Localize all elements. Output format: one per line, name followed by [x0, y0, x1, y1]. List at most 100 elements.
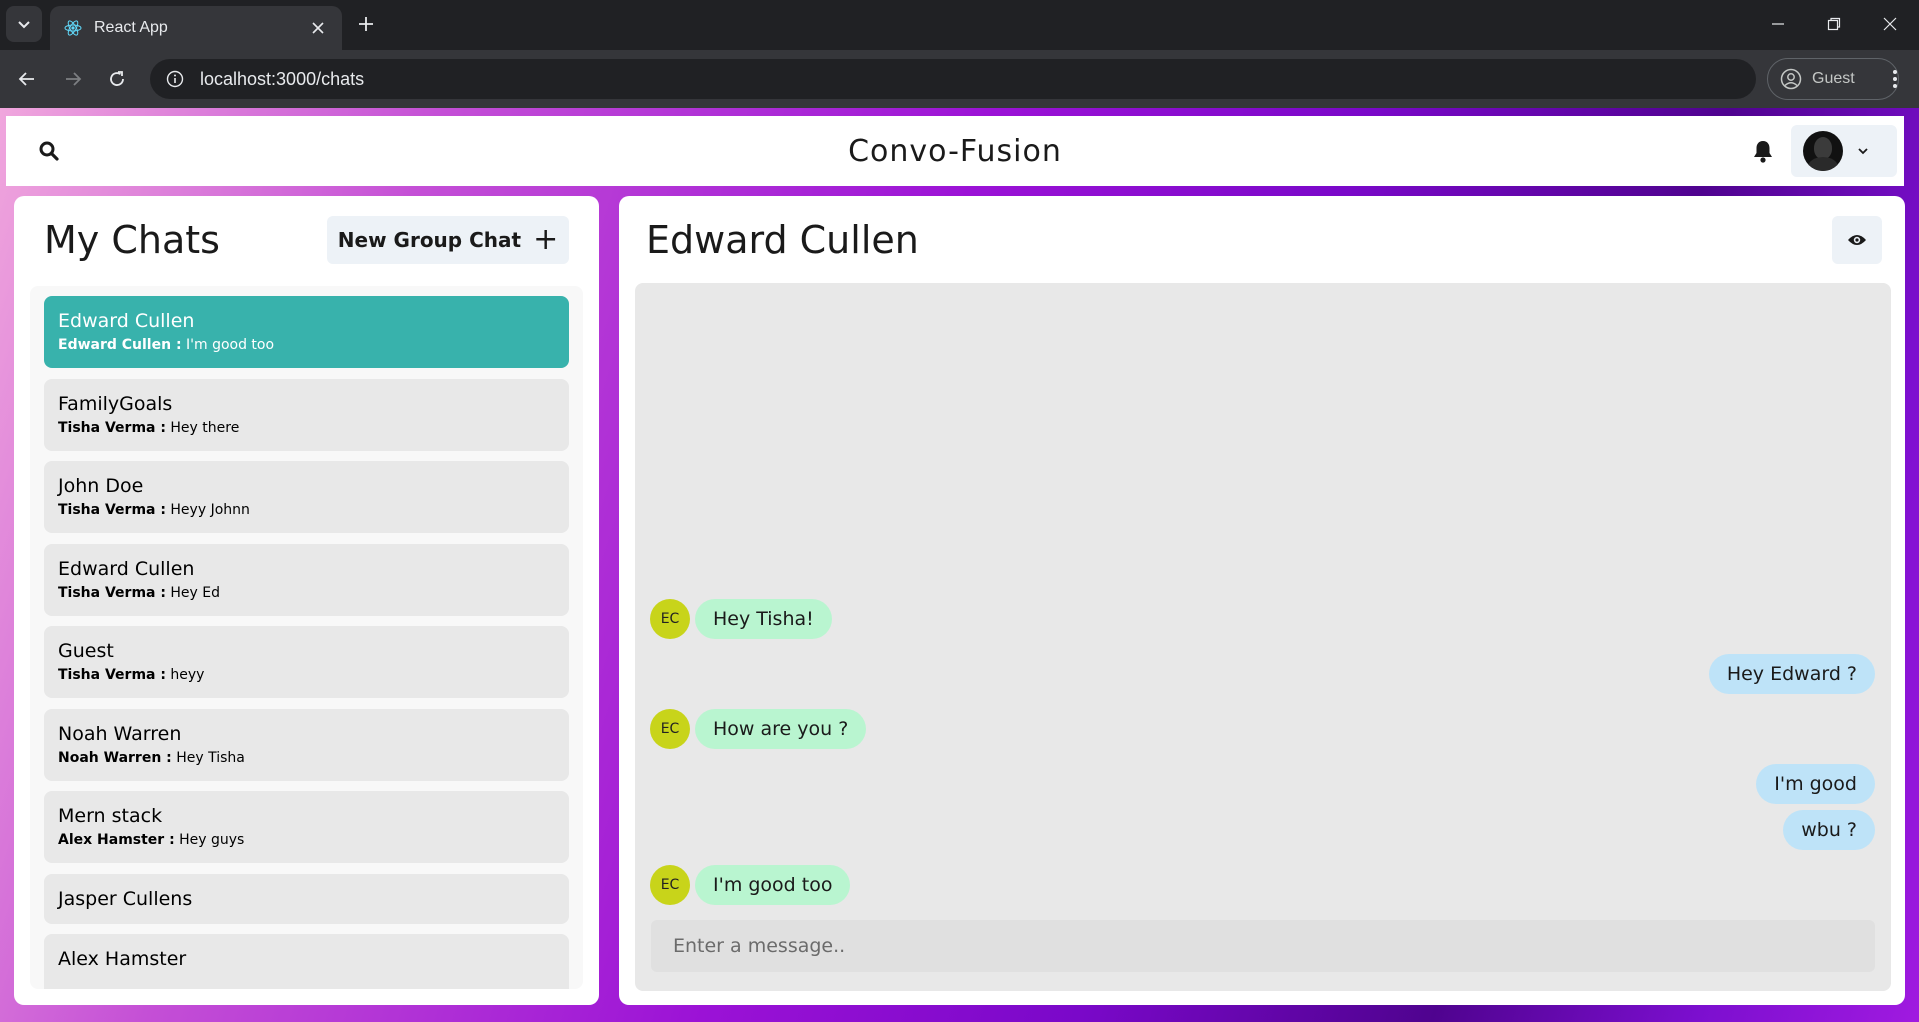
reload-button[interactable] [100, 62, 134, 96]
chat-name: John Doe [58, 475, 144, 497]
forward-icon [66, 72, 82, 86]
chat-name: Mern stack [58, 805, 163, 827]
chat-latest-message: Tisha Verma : Hey there [58, 420, 555, 436]
latest-sender: Tisha Verma : [58, 419, 166, 436]
chat-latest-message: Tisha Verma : Heyy Johnn [58, 502, 555, 518]
chat-latest-message: Tisha Verma : Hey Ed [58, 585, 555, 601]
chat-item-alex-hamster[interactable]: Alex Hamster [44, 934, 569, 989]
info-icon[interactable] [164, 68, 186, 90]
url-text: localhost:3000/chats [200, 68, 365, 89]
latest-sender: Tisha Verma : [58, 667, 166, 683]
my-chats-panel: My Chats New Group Chat + Edward Cullen … [14, 196, 599, 1005]
view-profile-button[interactable] [1832, 216, 1882, 264]
avatar [1803, 131, 1843, 171]
new-group-chat-button[interactable]: New Group Chat + [327, 216, 569, 264]
message-row: EC I'm good too [635, 865, 1891, 905]
latest-text: heyy [170, 667, 205, 683]
message-input[interactable] [651, 920, 1875, 972]
close-icon[interactable] [308, 18, 328, 38]
browser-tab[interactable]: React App [50, 6, 342, 50]
tab-search-button[interactable] [6, 6, 42, 42]
plus-icon [359, 17, 373, 31]
chevron-down-icon [18, 21, 30, 29]
latest-text: Hey there [170, 419, 240, 436]
browser-menu-button[interactable] [1880, 62, 1910, 96]
chevron-down-icon [1857, 145, 1869, 157]
reload-icon [110, 71, 124, 86]
chat-latest-message: Noah Warren : Hey Tisha [58, 750, 555, 766]
chat-item-edward-cullen[interactable]: Edward Cullen Tisha Verma : Hey Ed [44, 543, 569, 616]
message-bubble-incoming: Hey Tisha! [695, 599, 832, 639]
latest-sender: Tisha Verma : [58, 584, 166, 601]
latest-text: I'm good too [186, 337, 275, 353]
avatar[interactable]: EC [650, 865, 690, 905]
message-bubble-incoming: I'm good too [695, 865, 851, 905]
chat-name: Alex Hamster [58, 948, 187, 970]
profile-icon [1780, 68, 1802, 90]
chat-item-familygoals[interactable]: FamilyGoals Tisha Verma : Hey there [44, 378, 569, 451]
message-bubble-outgoing: I'm good [1756, 764, 1875, 804]
new-tab-button[interactable] [352, 10, 380, 38]
messages-area: EC Hey Tisha! Hey Edward ? EC How are yo… [635, 283, 1891, 991]
latest-text: Hey Tisha [176, 749, 245, 766]
chat-name: Guest [58, 640, 114, 662]
back-button[interactable] [10, 62, 44, 96]
chat-item-guest[interactable]: Guest Tisha Verma : heyy [44, 626, 569, 698]
message-row: Hey Edward ? [635, 654, 1891, 694]
latest-text: Hey guys [179, 832, 245, 848]
latest-sender: Tisha Verma : [58, 502, 166, 518]
latest-sender: Noah Warren : [58, 749, 172, 766]
browser-tabbar: React App [0, 0, 1919, 50]
chat-latest-message: Alex Hamster : Hey guys [58, 832, 555, 848]
latest-sender: Alex Hamster : [58, 832, 175, 848]
message-row: EC Hey Tisha! [635, 599, 1891, 639]
back-icon [18, 72, 34, 86]
avatar[interactable]: EC [650, 709, 690, 749]
chat-latest-message: Edward Cullen : I'm good too [58, 337, 555, 353]
eye-icon [1848, 235, 1866, 245]
chat-title: Edward Cullen [646, 218, 919, 262]
minimize-button[interactable] [1750, 0, 1806, 48]
chat-name: Edward Cullen [58, 310, 195, 332]
tab-title: React App [94, 19, 168, 36]
react-icon [64, 19, 82, 37]
chat-name: FamilyGoals [58, 392, 173, 415]
chat-name: Edward Cullen [58, 557, 195, 580]
plus-icon: + [533, 222, 559, 257]
restore-button[interactable] [1806, 0, 1862, 48]
chat-item-john-doe[interactable]: John Doe Tisha Verma : Heyy Johnn [44, 461, 569, 533]
chat-latest-message: Tisha Verma : heyy [58, 667, 555, 683]
address-bar[interactable]: localhost:3000/chats [150, 59, 1756, 99]
message-row: wbu ? [635, 810, 1891, 850]
message-bubble-incoming: How are you ? [695, 709, 867, 749]
browser-toolbar: localhost:3000/chats Guest [0, 50, 1919, 108]
latest-text: Heyy Johnn [170, 502, 250, 518]
chat-list: Edward Cullen Edward Cullen : I'm good t… [30, 286, 583, 989]
close-window-button[interactable] [1862, 0, 1918, 48]
latest-text: Hey Ed [170, 584, 221, 601]
app-header: Convo-Fusion [6, 116, 1904, 186]
chat-item-mern-stack[interactable]: Mern stack Alex Hamster : Hey guys [44, 791, 569, 863]
chat-item-noah-warren[interactable]: Noah Warren Noah Warren : Hey Tisha [44, 708, 569, 781]
chat-item-jasper-cullens[interactable]: Jasper Cullens [44, 873, 569, 924]
message-row: I'm good [635, 764, 1891, 804]
search-icon [39, 141, 59, 161]
search-button[interactable] [30, 133, 68, 169]
notifications-button[interactable] [1746, 134, 1780, 168]
avatar[interactable]: EC [650, 599, 690, 639]
profile-menu-button[interactable] [1791, 125, 1897, 177]
chat-item-edward-cullen-active[interactable]: Edward Cullen Edward Cullen : I'm good t… [44, 296, 569, 368]
chat-name: Jasper Cullens [58, 887, 193, 910]
chat-name: Noah Warren [58, 722, 182, 745]
profile-label: Guest [1812, 70, 1855, 87]
app-title: Convo-Fusion [848, 133, 1062, 169]
my-chats-title: My Chats [44, 218, 220, 262]
chat-box: Edward Cullen EC Hey Tisha! Hey Edward ?… [619, 196, 1905, 1005]
forward-button[interactable] [56, 62, 90, 96]
message-row: EC How are you ? [635, 709, 1891, 749]
bell-icon [1754, 141, 1772, 163]
message-bubble-outgoing: wbu ? [1783, 810, 1875, 850]
new-group-chat-label: New Group Chat [337, 228, 522, 252]
latest-sender: Edward Cullen : [58, 337, 182, 353]
message-bubble-outgoing: Hey Edward ? [1708, 654, 1875, 694]
